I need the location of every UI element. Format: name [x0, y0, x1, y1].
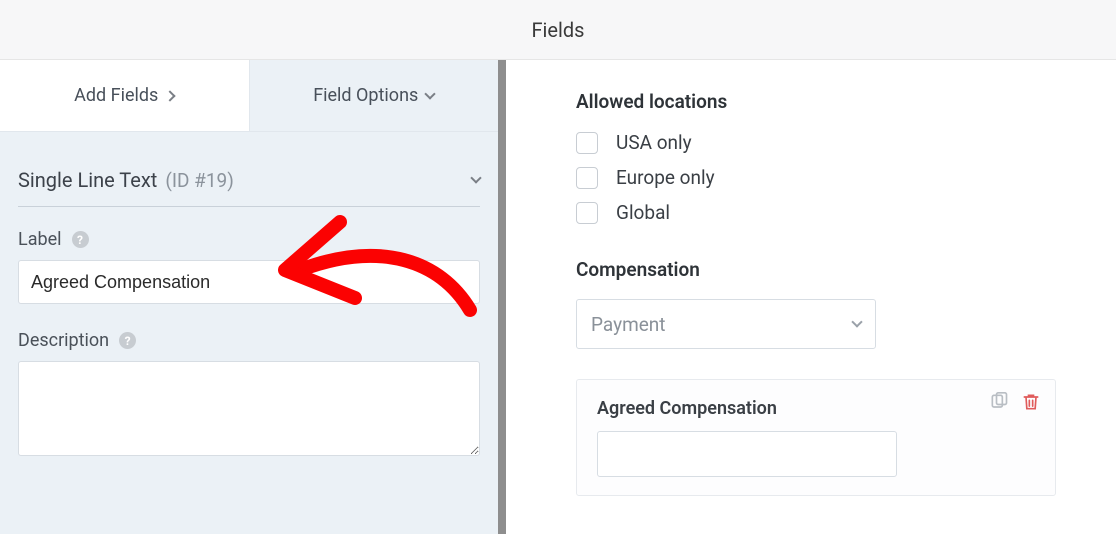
- chevron-down-icon: [470, 172, 481, 183]
- preview-field-card[interactable]: Agreed Compensation: [576, 379, 1056, 496]
- checkbox-label: USA only: [616, 131, 692, 154]
- form-preview: Allowed locations USA only Europe only G…: [506, 60, 1116, 534]
- page-header: Fields: [0, 0, 1116, 60]
- help-icon[interactable]: ?: [72, 231, 89, 248]
- chevron-right-icon: [165, 90, 176, 101]
- allowed-locations-title: Allowed locations: [576, 90, 1056, 113]
- description-group: Description ?: [18, 330, 480, 460]
- field-type-header[interactable]: Single Line Text (ID #19): [18, 156, 480, 207]
- checkbox-label: Europe only: [616, 166, 715, 189]
- preview-field-label: Agreed Compensation: [597, 398, 1035, 419]
- chevron-down-icon: [425, 88, 436, 99]
- label-caption-row: Label ?: [18, 229, 480, 250]
- checkbox[interactable]: [576, 167, 598, 189]
- tab-field-options-label: Field Options: [313, 85, 418, 106]
- page-title: Fields: [532, 18, 585, 42]
- field-id: (ID #19): [165, 169, 234, 192]
- field-type-title: Single Line Text: [18, 168, 157, 192]
- sidebar-tabs: Add Fields Field Options: [0, 60, 498, 132]
- left-sidebar: Add Fields Field Options Single Line Tex…: [0, 60, 506, 534]
- trash-icon[interactable]: [1021, 392, 1041, 412]
- select-placeholder: Payment: [591, 313, 666, 336]
- checkbox-row[interactable]: USA only: [576, 131, 1056, 154]
- compensation-title: Compensation: [576, 258, 1056, 281]
- tab-add-fields-label: Add Fields: [74, 85, 158, 106]
- tab-field-options[interactable]: Field Options: [249, 60, 499, 131]
- tab-add-fields[interactable]: Add Fields: [0, 60, 249, 131]
- description-textarea[interactable]: [18, 361, 480, 456]
- label-input[interactable]: [18, 260, 480, 304]
- checkbox-label: Global: [616, 201, 670, 224]
- label-caption: Label: [18, 229, 62, 250]
- help-icon[interactable]: ?: [119, 332, 136, 349]
- description-caption-row: Description ?: [18, 330, 480, 351]
- duplicate-icon[interactable]: [989, 392, 1009, 412]
- checkbox-row[interactable]: Global: [576, 201, 1056, 224]
- compensation-select[interactable]: Payment: [576, 299, 876, 349]
- main-layout: Add Fields Field Options Single Line Tex…: [0, 60, 1116, 534]
- field-options-panel: Single Line Text (ID #19) Label ? Descri…: [0, 132, 498, 510]
- card-actions: [989, 392, 1041, 412]
- label-group: Label ?: [18, 229, 480, 304]
- checkbox[interactable]: [576, 132, 598, 154]
- description-caption: Description: [18, 330, 109, 351]
- preview-field-input[interactable]: [597, 431, 897, 477]
- field-type-title-wrap: Single Line Text (ID #19): [18, 168, 234, 192]
- checkbox-row[interactable]: Europe only: [576, 166, 1056, 189]
- checkbox[interactable]: [576, 202, 598, 224]
- chevron-down-icon: [851, 316, 862, 327]
